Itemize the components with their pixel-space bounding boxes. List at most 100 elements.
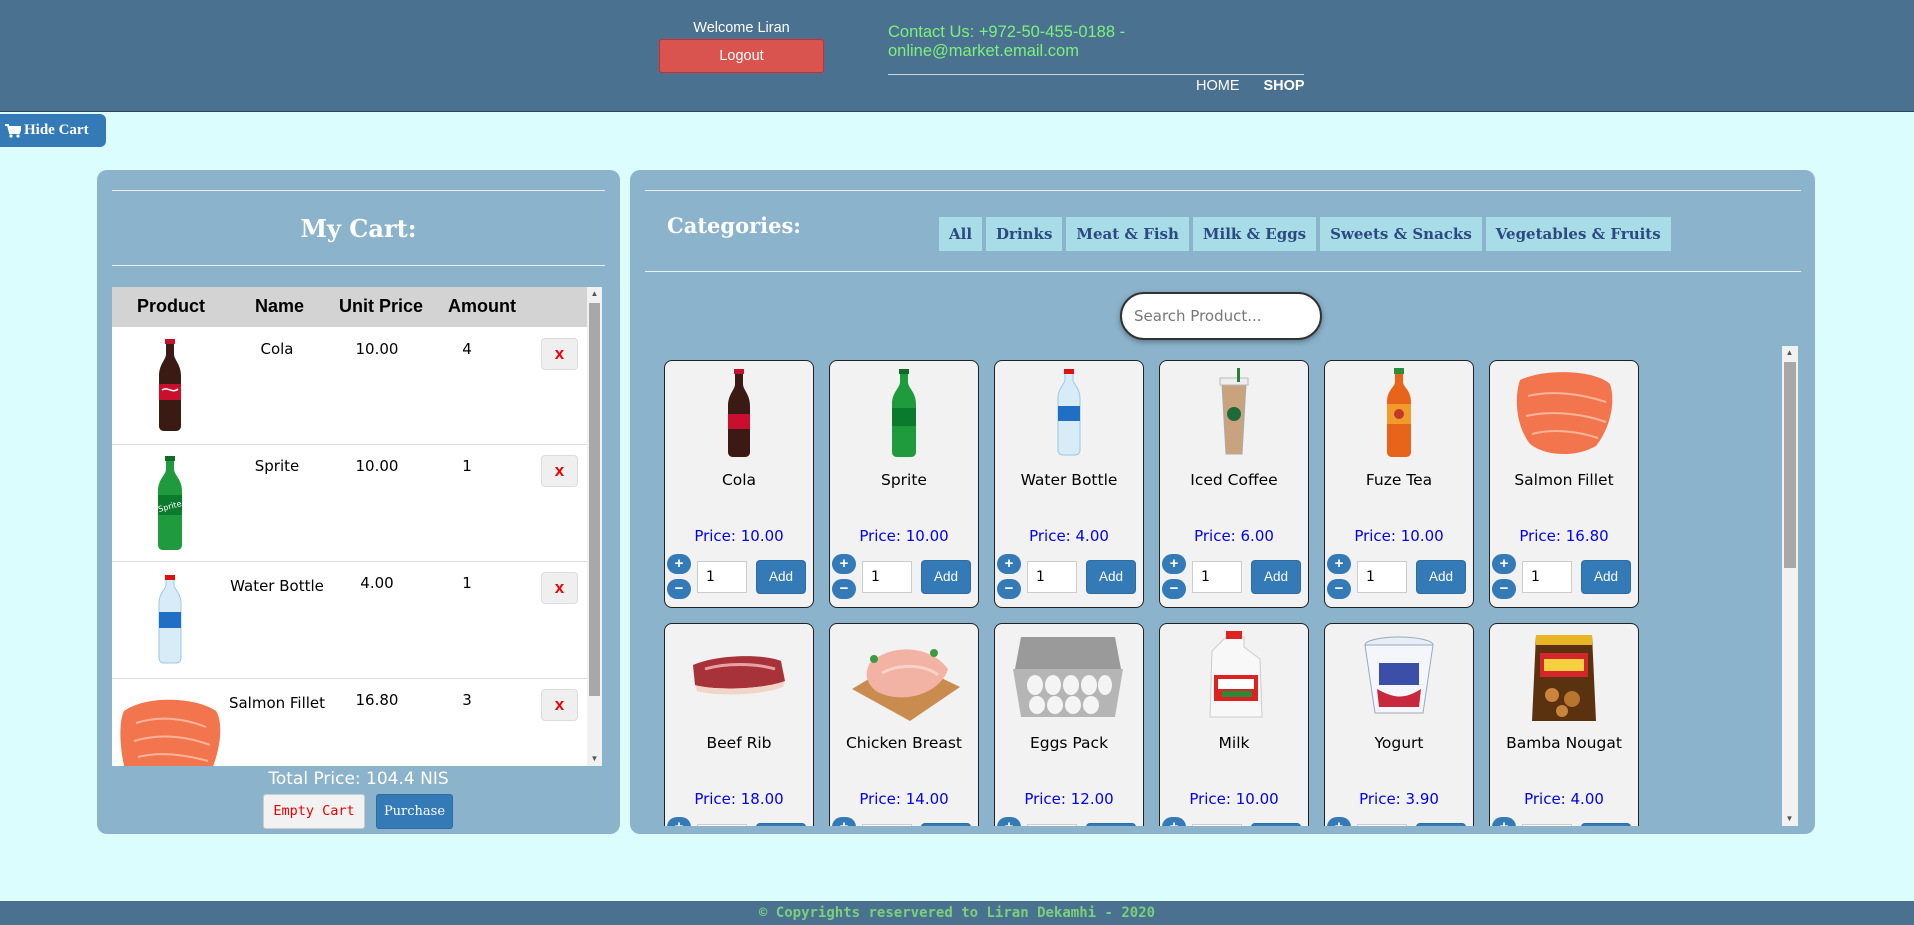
product-card: Sprite Price: 10.00 + − 1 Add (829, 360, 979, 608)
add-to-cart-button[interactable]: Add (1086, 823, 1136, 826)
cart-item-unit-price: 4.00 (360, 574, 394, 592)
remove-item-button[interactable]: x (541, 338, 578, 370)
scroll-thumb[interactable] (1784, 362, 1796, 568)
cart-scrollbar[interactable]: ▲ ▼ (587, 287, 602, 766)
decrease-qty-button[interactable]: − (1327, 579, 1351, 599)
scroll-up-arrow[interactable]: ▲ (1782, 346, 1797, 360)
main-nav: HOME SHOP (1196, 78, 1305, 94)
increase-qty-button[interactable]: + (832, 817, 856, 826)
scroll-down-arrow[interactable]: ▼ (1782, 812, 1797, 826)
category-meat-fish[interactable]: Meat & Fish (1066, 217, 1189, 251)
decrease-qty-button[interactable]: − (997, 579, 1021, 599)
quantity-input[interactable]: 1 (1357, 824, 1407, 826)
add-to-cart-button[interactable]: Add (756, 823, 806, 826)
shop-panel: Categories: All Drinks Meat & Fish Milk … (630, 170, 1815, 834)
product-name: Salmon Fillet (1514, 471, 1614, 489)
product-name: Eggs Pack (1029, 734, 1109, 752)
product-name: Yogurt (1374, 734, 1424, 752)
category-milk-eggs[interactable]: Milk & Eggs (1192, 217, 1317, 251)
increase-qty-button[interactable]: + (997, 554, 1021, 574)
quantity-input[interactable]: 1 (1027, 561, 1077, 593)
product-price: Price: 3.90 (1359, 790, 1439, 808)
increase-qty-button[interactable]: + (1492, 554, 1516, 574)
quantity-input[interactable]: 1 (1357, 561, 1407, 593)
product-name: Cola (721, 471, 757, 489)
add-to-cart-button[interactable]: Add (1581, 823, 1631, 826)
cart-table: Product Name Unit Price Amount Cola 10.0… (112, 287, 602, 766)
quantity-input[interactable]: 1 (1522, 561, 1572, 593)
decrease-qty-button[interactable]: − (667, 579, 691, 599)
increase-qty-button[interactable]: + (1327, 817, 1351, 826)
milk-jug-image (1209, 631, 1263, 718)
product-price: Price: 10.00 (694, 527, 784, 545)
product-card: Yogurt Price: 3.90 + − 1 Add (1324, 623, 1474, 826)
footer-copyright: © Copyrights reservered to Liran Dekamhi… (0, 901, 1914, 925)
add-to-cart-button[interactable]: Add (1086, 560, 1136, 594)
hide-cart-button[interactable]: Hide Cart (0, 114, 106, 147)
decrease-qty-button[interactable]: − (1492, 579, 1516, 599)
increase-qty-button[interactable]: + (832, 554, 856, 574)
add-to-cart-button[interactable]: Add (1251, 823, 1301, 826)
scroll-down-arrow[interactable]: ▼ (587, 752, 602, 766)
increase-qty-button[interactable]: + (1327, 554, 1351, 574)
purchase-button[interactable]: Purchase (376, 794, 453, 829)
nav-shop[interactable]: SHOP (1264, 78, 1305, 94)
shopping-cart-icon (5, 123, 21, 138)
search-input[interactable]: Search Product... (1120, 292, 1322, 340)
water-bottle-image (1057, 369, 1081, 456)
add-to-cart-button[interactable]: Add (1416, 560, 1466, 594)
remove-item-button[interactable]: x (541, 572, 578, 604)
increase-qty-button[interactable]: + (1492, 817, 1516, 826)
quantity-input[interactable]: 1 (1522, 824, 1572, 826)
product-name: Iced Coffee (1190, 471, 1278, 489)
add-to-cart-button[interactable]: Add (1581, 560, 1631, 594)
nav-home[interactable]: HOME (1196, 78, 1240, 94)
product-name: Chicken Breast (845, 734, 963, 752)
cart-item-amount: 4 (462, 340, 472, 358)
remove-item-button[interactable]: x (541, 689, 578, 721)
quantity-input[interactable]: 1 (1192, 561, 1242, 593)
product-scrollbar[interactable]: ▲ ▼ (1782, 346, 1798, 826)
quantity-input[interactable]: 1 (697, 824, 747, 826)
cart-item-unit-price: 16.80 (355, 691, 399, 709)
decrease-qty-button[interactable]: − (832, 579, 856, 599)
empty-cart-button[interactable]: Empty Cart (263, 794, 365, 829)
divider (645, 190, 1801, 191)
logout-button[interactable]: Logout (659, 39, 824, 73)
quantity-input[interactable]: 1 (1192, 824, 1242, 826)
add-to-cart-button[interactable]: Add (921, 823, 971, 826)
bamba-snack-bag-image (1532, 635, 1596, 721)
cola-bottle-image (728, 369, 750, 457)
cart-item-name: Water Bottle (230, 577, 324, 595)
category-sweets-snacks[interactable]: Sweets & Snacks (1320, 217, 1482, 251)
remove-item-button[interactable]: x (541, 455, 578, 487)
scroll-track[interactable]: ▲ ▼ (1782, 346, 1798, 826)
product-price: Price: 10.00 (1189, 790, 1279, 808)
increase-qty-button[interactable]: + (1162, 817, 1186, 826)
eggs-pack-image (1013, 637, 1123, 717)
increase-qty-button[interactable]: + (1162, 554, 1186, 574)
quantity-input[interactable]: 1 (697, 561, 747, 593)
add-to-cart-button[interactable]: Add (921, 560, 971, 594)
increase-qty-button[interactable]: + (667, 554, 691, 574)
decrease-qty-button[interactable]: − (1162, 579, 1186, 599)
add-to-cart-button[interactable]: Add (756, 560, 806, 594)
increase-qty-button[interactable]: + (997, 817, 1021, 826)
category-vegetables-fruits[interactable]: Vegetables & Fruits (1485, 217, 1671, 251)
increase-qty-button[interactable]: + (667, 817, 691, 826)
fuze-tea-bottle-image (1387, 368, 1411, 457)
category-all[interactable]: All (939, 217, 983, 251)
add-to-cart-button[interactable]: Add (1251, 560, 1301, 594)
category-drinks[interactable]: Drinks (986, 217, 1063, 251)
col-amount: Amount (448, 296, 516, 316)
yogurt-cup-image (1364, 636, 1434, 714)
quantity-input[interactable]: 1 (1027, 824, 1077, 826)
add-to-cart-button[interactable]: Add (1416, 823, 1466, 826)
scroll-up-arrow[interactable]: ▲ (587, 287, 602, 301)
product-card: Eggs Pack Price: 12.00 + − 1 Add (994, 623, 1144, 826)
scroll-thumb[interactable] (589, 303, 600, 696)
categories-title: Categories: (667, 213, 802, 238)
quantity-input[interactable]: 1 (862, 561, 912, 593)
quantity-input[interactable]: 1 (862, 824, 912, 826)
product-price: Price: 10.00 (1354, 527, 1444, 545)
